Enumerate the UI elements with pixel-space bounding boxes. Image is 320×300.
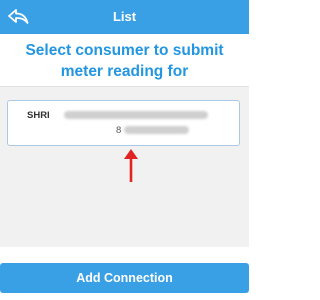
redacted-number — [124, 126, 189, 134]
add-connection-label: Add Connection — [76, 271, 173, 285]
instruction-line-2: meter reading for — [60, 63, 189, 80]
instruction-heading: Select consumer to submit meter reading … — [0, 40, 249, 82]
page-title: List — [112, 9, 137, 24]
top-app-bar: List — [0, 0, 249, 34]
consumer-name-prefix: SHRI — [27, 110, 50, 121]
add-connection-button[interactable]: Add Connection — [0, 263, 249, 293]
redacted-name — [64, 111, 208, 119]
up-arrow-icon — [124, 149, 138, 182]
consumer-list-item[interactable]: SHRI 8 — [7, 100, 240, 146]
consumer-number-prefix: 8 — [116, 125, 122, 136]
instruction-line-1: Select consumer to submit — [25, 42, 224, 59]
